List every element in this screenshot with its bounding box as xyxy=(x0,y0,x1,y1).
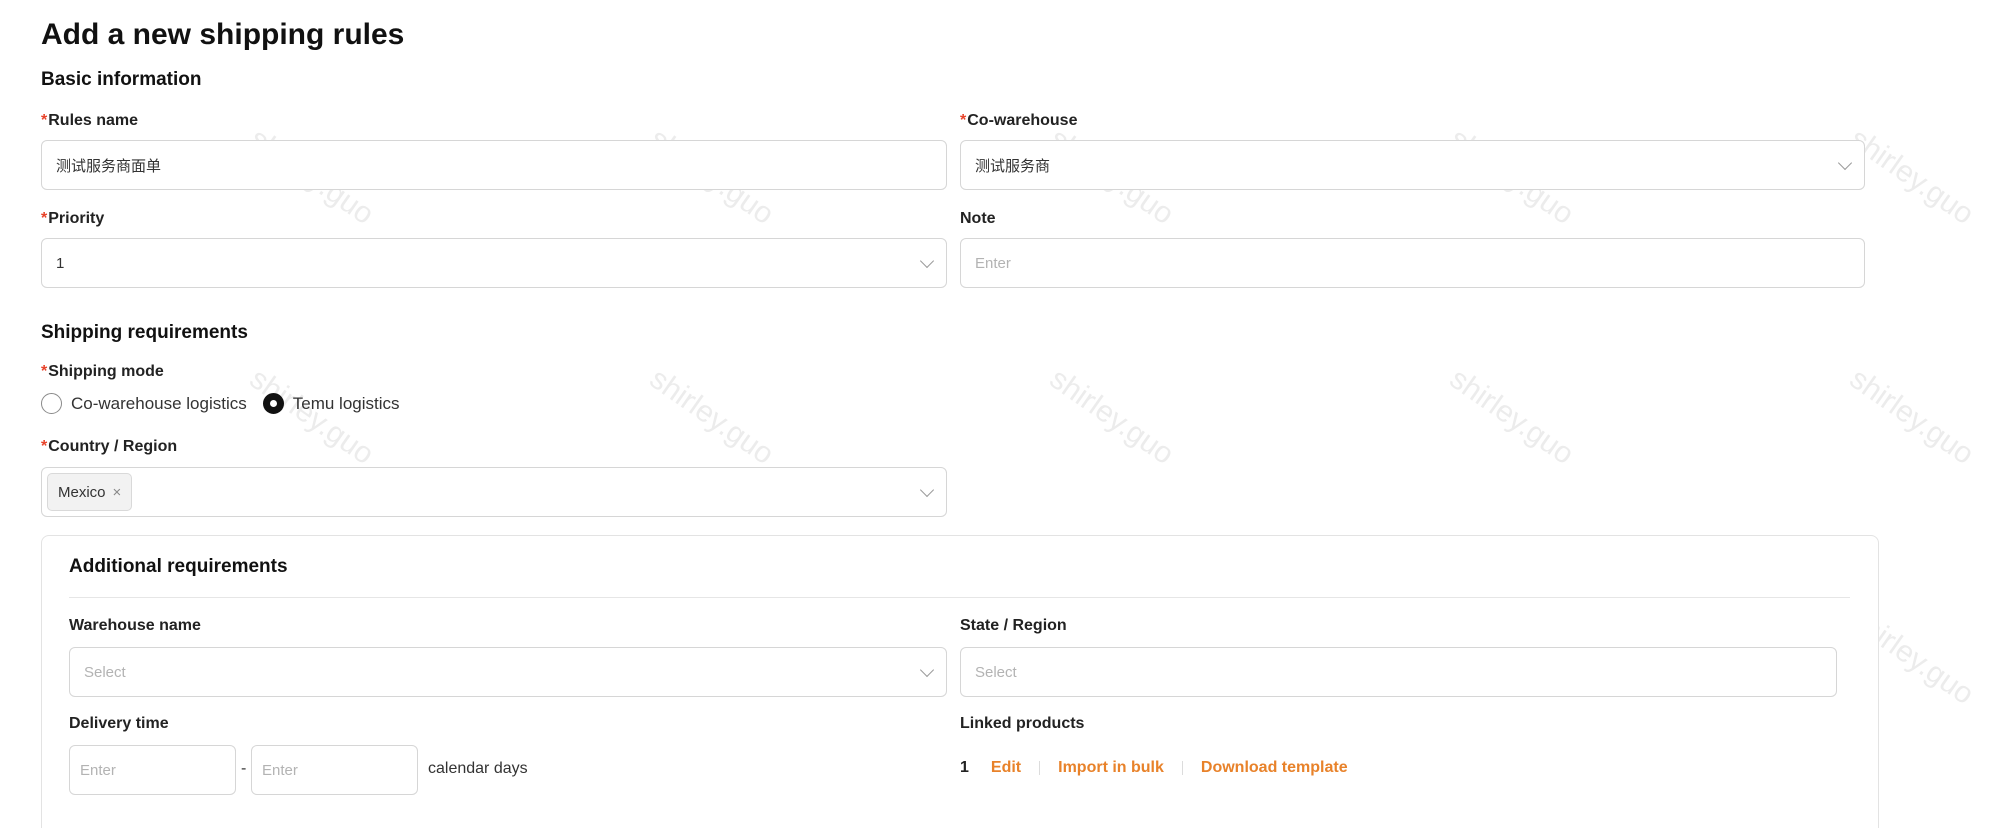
delivery-time-to-placeholder: Enter xyxy=(262,761,298,779)
warehouse-name-select[interactable]: Select xyxy=(69,647,947,697)
watermark: shirley.guo xyxy=(1443,362,1580,472)
priority-select[interactable]: 1 xyxy=(41,238,947,288)
divider xyxy=(1181,761,1183,775)
state-region-select[interactable]: Select xyxy=(960,647,1837,697)
rules-name-label: *Rules name xyxy=(41,112,139,129)
linked-products-label: Linked products xyxy=(960,715,1085,732)
delivery-time-from-input[interactable]: Enter xyxy=(69,745,236,795)
required-marker: * xyxy=(41,112,48,129)
required-marker: * xyxy=(41,210,48,227)
note-placeholder: Enter xyxy=(975,254,1011,272)
country-region-label: *Country / Region xyxy=(41,438,178,455)
required-marker: * xyxy=(960,112,967,129)
co-warehouse-select[interactable]: 测试服务商 xyxy=(960,140,1865,190)
radio-checked-icon[interactable] xyxy=(262,393,284,414)
radio-temu-logistics[interactable]: Temu logistics xyxy=(262,393,400,414)
chevron-down-icon xyxy=(919,482,935,498)
co-warehouse-label: *Co-warehouse xyxy=(960,112,1078,129)
page-title: Add a new shipping rules xyxy=(41,18,405,51)
shipping-requirements-title: Shipping requirements xyxy=(41,322,248,343)
additional-requirements-title: Additional requirements xyxy=(69,556,288,577)
radio-unchecked-icon[interactable] xyxy=(41,393,62,414)
linked-products-count: 1 xyxy=(960,759,969,776)
note-input[interactable]: Enter xyxy=(960,238,1865,288)
basic-info-title: Basic information xyxy=(41,69,202,90)
priority-value: 1 xyxy=(56,254,65,272)
radio-label: Temu logistics xyxy=(292,393,400,413)
radio-co-warehouse-logistics[interactable]: Co-warehouse logistics xyxy=(41,393,247,414)
delivery-time-from-placeholder: Enter xyxy=(80,761,116,779)
state-region-label: State / Region xyxy=(960,617,1067,634)
chevron-down-icon xyxy=(919,662,935,678)
state-region-placeholder: Select xyxy=(975,663,1017,681)
watermark: shirley.guo xyxy=(1843,362,1980,472)
country-region-select[interactable]: Mexico × xyxy=(41,467,947,517)
required-marker: * xyxy=(41,363,48,380)
required-marker: * xyxy=(41,438,48,455)
watermark: shirley.guo xyxy=(643,362,780,472)
chevron-down-icon xyxy=(1837,155,1853,171)
close-icon[interactable]: × xyxy=(113,484,122,501)
note-label: Note xyxy=(960,210,996,227)
rules-name-value: 测试服务商面单 xyxy=(56,157,162,175)
country-tag: Mexico × xyxy=(47,473,133,511)
shipping-mode-label: *Shipping mode xyxy=(41,363,164,380)
range-separator: - xyxy=(241,760,247,777)
radio-label: Co-warehouse logistics xyxy=(71,393,247,413)
watermark: shirley.guo xyxy=(1043,362,1180,472)
linked-products-row: 1 Edit Import in bulk Download template xyxy=(960,759,1348,777)
rules-name-input[interactable]: 测试服务商面单 xyxy=(41,140,947,190)
delivery-time-label: Delivery time xyxy=(69,715,169,732)
warehouse-name-placeholder: Select xyxy=(84,663,126,681)
delivery-time-to-input[interactable]: Enter xyxy=(251,745,418,795)
edit-link[interactable]: Edit xyxy=(991,759,1021,777)
warehouse-name-label: Warehouse name xyxy=(69,617,201,634)
download-template-link[interactable]: Download template xyxy=(1201,759,1348,777)
shipping-mode-radio-group: Co-warehouse logistics Temu logistics xyxy=(41,393,416,414)
delivery-time-suffix: calendar days xyxy=(428,760,528,777)
country-tag-label: Mexico xyxy=(58,483,106,501)
chevron-down-icon xyxy=(919,253,935,269)
watermark: shirley.guo xyxy=(243,362,380,472)
divider xyxy=(69,597,1850,598)
co-warehouse-value: 测试服务商 xyxy=(975,157,1051,175)
import-in-bulk-link[interactable]: Import in bulk xyxy=(1058,759,1164,777)
divider xyxy=(1039,761,1041,775)
priority-label: *Priority xyxy=(41,210,105,227)
